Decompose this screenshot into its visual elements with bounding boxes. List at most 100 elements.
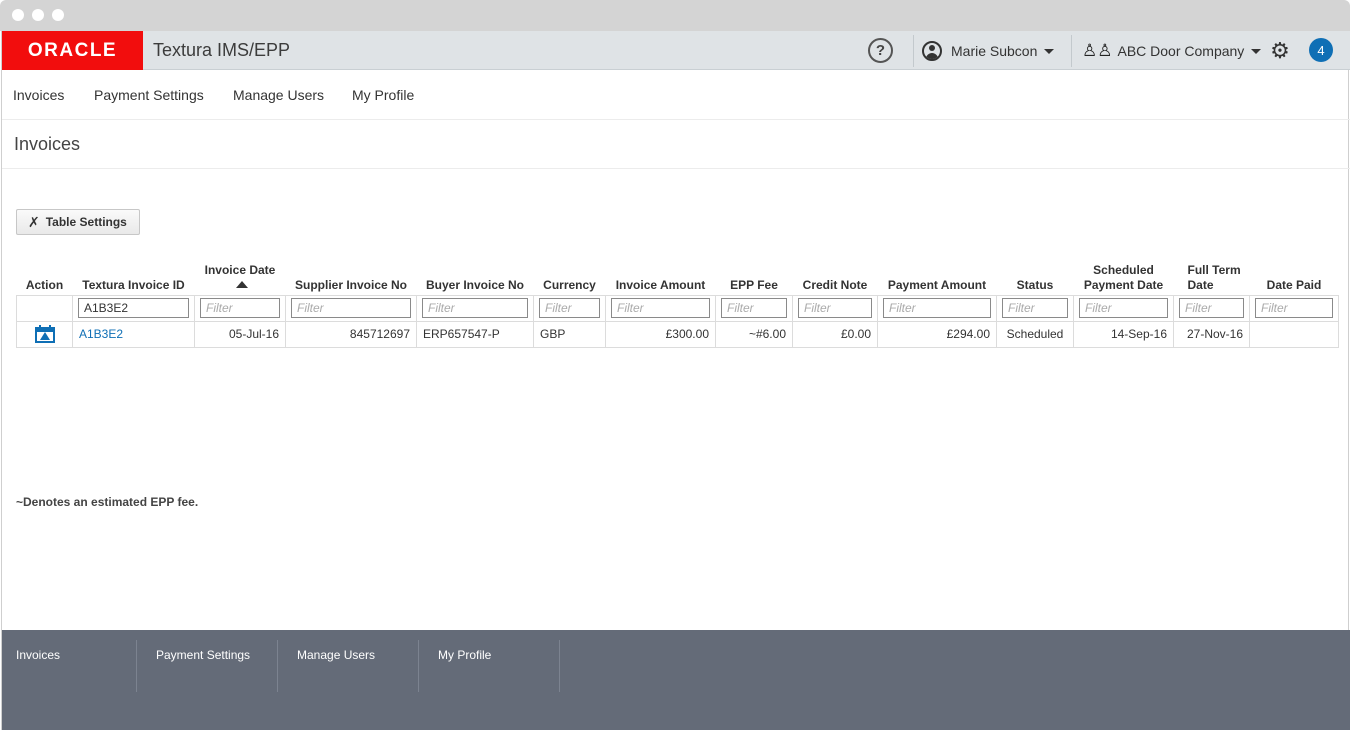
footer-link-my-profile[interactable]: My Profile <box>438 648 491 662</box>
window-minimize-button[interactable] <box>32 9 44 21</box>
supplier-invoice-no-cell: 845712697 <box>285 320 417 348</box>
window-titlebar <box>0 0 1350 31</box>
footer-divider <box>136 640 137 692</box>
company-menu[interactable]: ♙♙ ABC Door Company <box>1082 40 1262 62</box>
filter-cell <box>1173 294 1250 322</box>
invoices-table: Action Textura Invoice ID Invoice Date S… <box>16 257 1339 348</box>
invoice-id-link[interactable]: A1B3E2 <box>79 327 123 341</box>
filter-input-full-term-date[interactable] <box>1179 298 1244 318</box>
epp-fee-cell: ~#6.00 <box>715 320 793 348</box>
filter-input-invoice-amount[interactable] <box>611 298 710 318</box>
nav-item-my-profile[interactable]: My Profile <box>352 87 414 103</box>
column-header-buyer-invoice-no[interactable]: Buyer Invoice No <box>417 257 534 295</box>
scheduled-payment-date-cell: 14-Sep-16 <box>1073 320 1174 348</box>
user-icon <box>922 41 942 61</box>
filter-input-credit-note[interactable] <box>798 298 872 318</box>
calendar-icon[interactable] <box>34 325 55 343</box>
epp-fee-footnote: ~Denotes an estimated EPP fee. <box>16 495 199 509</box>
column-header-supplier-invoice-no[interactable]: Supplier Invoice No <box>286 257 417 295</box>
company-name: ABC Door Company <box>1117 43 1245 59</box>
column-header-invoice-date-label: Invoice Date <box>204 262 276 277</box>
filter-input-scheduled-payment-date[interactable] <box>1079 298 1168 318</box>
table-settings-label: Table Settings <box>45 215 127 229</box>
payment-amount-cell: £294.00 <box>877 320 997 348</box>
column-header-status[interactable]: Status <box>997 257 1074 295</box>
buyer-invoice-no-cell: ERP657547-P <box>416 320 534 348</box>
filter-cell <box>715 294 793 322</box>
action-cell <box>16 320 73 348</box>
filter-row <box>16 294 1339 322</box>
column-header-credit-note[interactable]: Credit Note <box>793 257 878 295</box>
fullterm-header-line2: Date <box>1187 277 1214 292</box>
filter-cell <box>194 294 286 322</box>
footer-divider <box>418 640 419 692</box>
nav-item-payment-settings[interactable]: Payment Settings <box>94 87 204 103</box>
help-icon[interactable]: ? <box>868 38 893 63</box>
filter-cell <box>533 294 606 322</box>
column-header-invoice-id[interactable]: Textura Invoice ID <box>73 257 195 295</box>
footer-divider <box>559 640 560 692</box>
filter-cell <box>1073 294 1174 322</box>
filter-input-invoice-date[interactable] <box>200 298 280 318</box>
filter-input-epp-fee[interactable] <box>721 298 787 318</box>
invoice-amount-cell: £300.00 <box>605 320 716 348</box>
filter-input-status[interactable] <box>1002 298 1068 318</box>
filter-cell <box>285 294 417 322</box>
full-term-date-cell: 27-Nov-16 <box>1173 320 1250 348</box>
filter-cell <box>416 294 534 322</box>
column-header-date-paid[interactable]: Date Paid <box>1250 257 1339 295</box>
filter-input-payment-amount[interactable] <box>883 298 991 318</box>
window-maximize-button[interactable] <box>52 9 64 21</box>
top-nav: Invoices Payment Settings Manage Users M… <box>2 71 1350 120</box>
filter-input-date-paid[interactable] <box>1255 298 1333 318</box>
divider <box>913 35 914 67</box>
currency-cell: GBP <box>533 320 606 348</box>
nav-item-invoices[interactable]: Invoices <box>13 87 64 103</box>
column-header-full-term-date[interactable]: Full Term Date <box>1174 257 1250 295</box>
filter-cell <box>792 294 878 322</box>
filter-input-supplier-invoice-no[interactable] <box>291 298 411 318</box>
divider <box>1071 35 1072 67</box>
user-name: Marie Subcon <box>951 43 1038 59</box>
column-header-currency[interactable]: Currency <box>534 257 606 295</box>
credit-note-cell: £0.00 <box>792 320 878 348</box>
oracle-logo[interactable]: ORACLE <box>2 31 143 70</box>
filter-input-currency[interactable] <box>539 298 600 318</box>
date-paid-cell <box>1249 320 1339 348</box>
chevron-down-icon <box>1251 48 1262 54</box>
chevron-down-icon <box>1044 48 1055 54</box>
filter-input-buyer-invoice-no[interactable] <box>422 298 528 318</box>
column-header-epp-fee[interactable]: EPP Fee <box>716 257 793 295</box>
status-cell: Scheduled <box>996 320 1074 348</box>
column-header-invoice-date[interactable]: Invoice Date <box>195 257 286 295</box>
filter-cell <box>1249 294 1339 322</box>
scheduled-header-line1: Scheduled <box>1093 262 1154 277</box>
nav-item-manage-users[interactable]: Manage Users <box>233 87 324 103</box>
fullterm-header-line1: Full Term <box>1187 262 1241 277</box>
footer-link-payment-settings[interactable]: Payment Settings <box>156 648 250 662</box>
column-header-scheduled-payment-date[interactable]: Scheduled Payment Date <box>1074 257 1174 295</box>
scheduled-header-line2: Payment Date <box>1083 277 1164 292</box>
invoice-date-cell: 05-Jul-16 <box>194 320 286 348</box>
table-settings-button[interactable]: ✗ Table Settings <box>16 209 140 235</box>
user-menu[interactable]: Marie Subcon <box>922 40 1055 62</box>
gear-icon[interactable]: ⚙ <box>1267 38 1293 64</box>
window-close-button[interactable] <box>12 9 24 21</box>
filter-input-invoice-id[interactable] <box>78 298 189 318</box>
footer-link-manage-users[interactable]: Manage Users <box>297 648 375 662</box>
sort-ascending-icon[interactable] <box>235 280 248 288</box>
column-header-action: Action <box>25 277 64 292</box>
notification-badge[interactable]: 4 <box>1309 38 1333 62</box>
footer-divider <box>277 640 278 692</box>
table-header-row: Action Textura Invoice ID Invoice Date S… <box>17 257 1339 295</box>
footer-link-invoices[interactable]: Invoices <box>16 648 60 662</box>
footer: Invoices Payment Settings Manage Users M… <box>2 630 1350 730</box>
column-header-payment-amount[interactable]: Payment Amount <box>878 257 997 295</box>
filter-cell <box>877 294 997 322</box>
column-header-invoice-amount[interactable]: Invoice Amount <box>606 257 716 295</box>
filter-cell <box>605 294 716 322</box>
filter-cell <box>996 294 1074 322</box>
table-row: A1B3E2 05-Jul-16 845712697 ERP657547-P G… <box>16 320 1339 348</box>
filter-cell-action <box>16 294 73 322</box>
filter-cell <box>72 294 195 322</box>
